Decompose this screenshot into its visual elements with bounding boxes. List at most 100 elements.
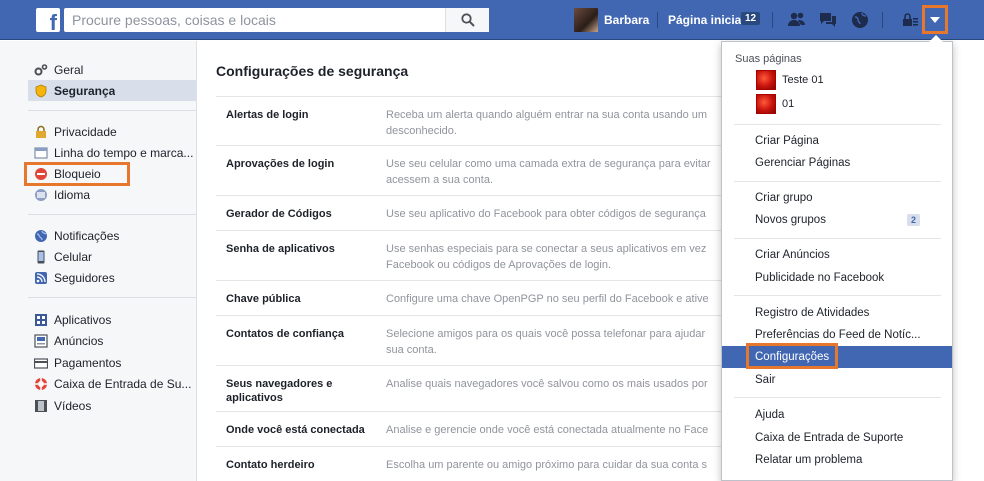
setting-label: Contatos de confiança [226,328,344,340]
divider [882,12,883,28]
search-button[interactable] [445,8,489,32]
messages-icon[interactable] [818,10,838,30]
setting-description: Selecione amigos para os quais você poss… [386,328,706,356]
mobile-icon [34,250,48,264]
divider [734,295,941,296]
settings-row-legacy-contact[interactable]: Contato herdeiro Escolha um parente ou a… [216,446,726,481]
caret-down-icon [930,16,940,23]
settings-row-code-generator[interactable]: Gerador de Códigos Use seu aplicativo do… [216,195,726,230]
settings-row-public-key[interactable]: Chave pública Configure uma chave OpenPG… [216,280,726,315]
sidebar-item-privacy[interactable]: Privacidade [28,121,196,142]
menu-item-create-group[interactable]: Criar grupo [722,187,952,209]
setting-label: Senha de aplicativos [226,243,335,255]
film-icon [34,399,48,413]
menu-item-manage-pages[interactable]: Gerenciar Páginas [722,152,952,174]
search-icon [460,13,475,27]
divider [28,297,196,298]
sidebar-item-timeline[interactable]: Linha do tempo e marca... [28,142,196,163]
menu-item-new-groups[interactable]: Novos grupos 2 [722,209,952,231]
page-title: Configurações de segurança [216,63,409,79]
home-link[interactable]: Página inicial [668,13,745,27]
notifications-globe-icon[interactable] [850,10,870,30]
search-input[interactable] [64,8,444,32]
sidebar-item-label: Idioma [54,187,91,202]
sidebar-item-label: Caixa de Entrada de Su... [54,376,192,391]
settings-row-login-alerts[interactable]: Alertas de login Receba um alerta quando… [216,96,726,145]
sidebar-item-general[interactable]: Geral [28,59,196,80]
sidebar-item-ads[interactable]: Anúncios [28,330,196,351]
sidebar-item-followers[interactable]: Seguidores [28,267,196,288]
sidebar-item-label: Celular [54,249,93,264]
top-navigation-bar: f Barbara Página inicial 12 [0,0,984,40]
menu-item-label: Novos grupos [755,214,826,226]
menu-item-logout[interactable]: Sair [722,369,952,391]
menu-item-help[interactable]: Ajuda [722,404,952,426]
page-item-teste-01[interactable]: Teste 01 [756,69,824,91]
sidebar-item-label: Aplicativos [54,312,112,327]
card-icon [34,356,48,370]
highlight-box-blocking [24,162,130,186]
page-thumbnail [756,70,776,90]
setting-description: Configure uma chave OpenPGP no seu perfi… [386,293,709,305]
sidebar-item-notifications[interactable]: Notificações [28,225,196,246]
privacy-shortcuts-icon[interactable] [900,10,920,30]
new-groups-badge: 2 [906,214,920,226]
setting-description: Escolha um parente ou amigo próximo para… [386,459,708,471]
divider [657,12,658,28]
menu-item-advertising[interactable]: Publicidade no Facebook [722,267,952,289]
menu-item-create-page[interactable]: Criar Página [722,130,952,152]
account-menu-button[interactable] [922,5,948,34]
page-item-01[interactable]: 01 [756,93,794,115]
setting-description: Receba um alerta quando alguém entrar na… [386,109,708,137]
sidebar-item-support-inbox[interactable]: Caixa de Entrada de Su... [28,373,196,394]
sidebar-item-apps[interactable]: Aplicativos [28,309,196,330]
timeline-icon [34,146,48,160]
menu-item-report-problem[interactable]: Relatar um problema [722,449,952,471]
sidebar-item-language[interactable]: Idioma [28,184,196,205]
sidebar-item-security[interactable]: Segurança [28,80,196,101]
menu-item-activity-log[interactable]: Registro de Atividades [722,302,952,324]
facebook-logo-icon[interactable]: f [36,8,60,34]
settings-row-login-approvals[interactable]: Aprovações de login Use seu celular como… [216,145,726,195]
sidebar-item-videos[interactable]: Vídeos [28,395,196,416]
page-name: 01 [782,98,795,110]
globe-icon [34,188,48,202]
settings-row-trusted-contacts[interactable]: Contatos de confiança Selecione amigos p… [216,315,726,365]
gear-icon [34,63,48,77]
setting-label: Gerador de Códigos [226,208,332,220]
sidebar-item-payments[interactable]: Pagamentos [28,352,196,373]
sidebar-item-mobile[interactable]: Celular [28,246,196,267]
page-thumbnail [756,94,776,114]
user-name-link[interactable]: Barbara [604,13,649,27]
settings-row-app-passwords[interactable]: Senha de aplicativos Use senhas especiai… [216,230,726,280]
sidebar-item-label: Vídeos [54,398,92,413]
menu-item-support-inbox[interactable]: Caixa de Entrada de Suporte [722,427,952,449]
account-dropdown-menu: Suas páginas Teste 01 01 Criar Página Ge… [721,35,953,481]
divider [734,181,941,182]
setting-description: Analise e gerencie onde você está conect… [386,424,709,436]
sidebar-item-label: Geral [54,62,84,77]
settings-row-where-logged-in[interactable]: Onde você está conectada Analise e geren… [216,411,726,446]
setting-description: Use seu celular como uma camada extra de… [386,158,711,186]
sidebar-item-label: Privacidade [54,124,117,139]
sidebar-item-label: Pagamentos [54,355,122,370]
shield-icon [34,84,48,98]
ads-icon [34,333,48,348]
setting-label: Alertas de login [226,109,309,121]
highlight-box-settings [746,343,838,369]
setting-description: Analise quais navegadores você salvou co… [386,378,708,390]
setting-label: Aprovações de login [226,158,335,170]
globe-notification-icon [34,229,48,243]
divider [28,214,196,215]
sidebar-item-label: Seguidores [54,270,115,285]
friend-requests-icon[interactable] [787,10,807,30]
menu-item-create-ads[interactable]: Criar Anúncios [722,244,952,266]
lock-icon [34,125,48,139]
sidebar-item-label: Linha do tempo e marca... [54,145,194,160]
divider [734,238,941,239]
sidebar-item-label: Notificações [54,228,120,243]
divider [28,110,196,111]
settings-row-browsers-apps[interactable]: Seus navegadores e aplicativos Analise q… [216,365,726,411]
divider [734,397,941,398]
avatar[interactable] [574,8,598,32]
